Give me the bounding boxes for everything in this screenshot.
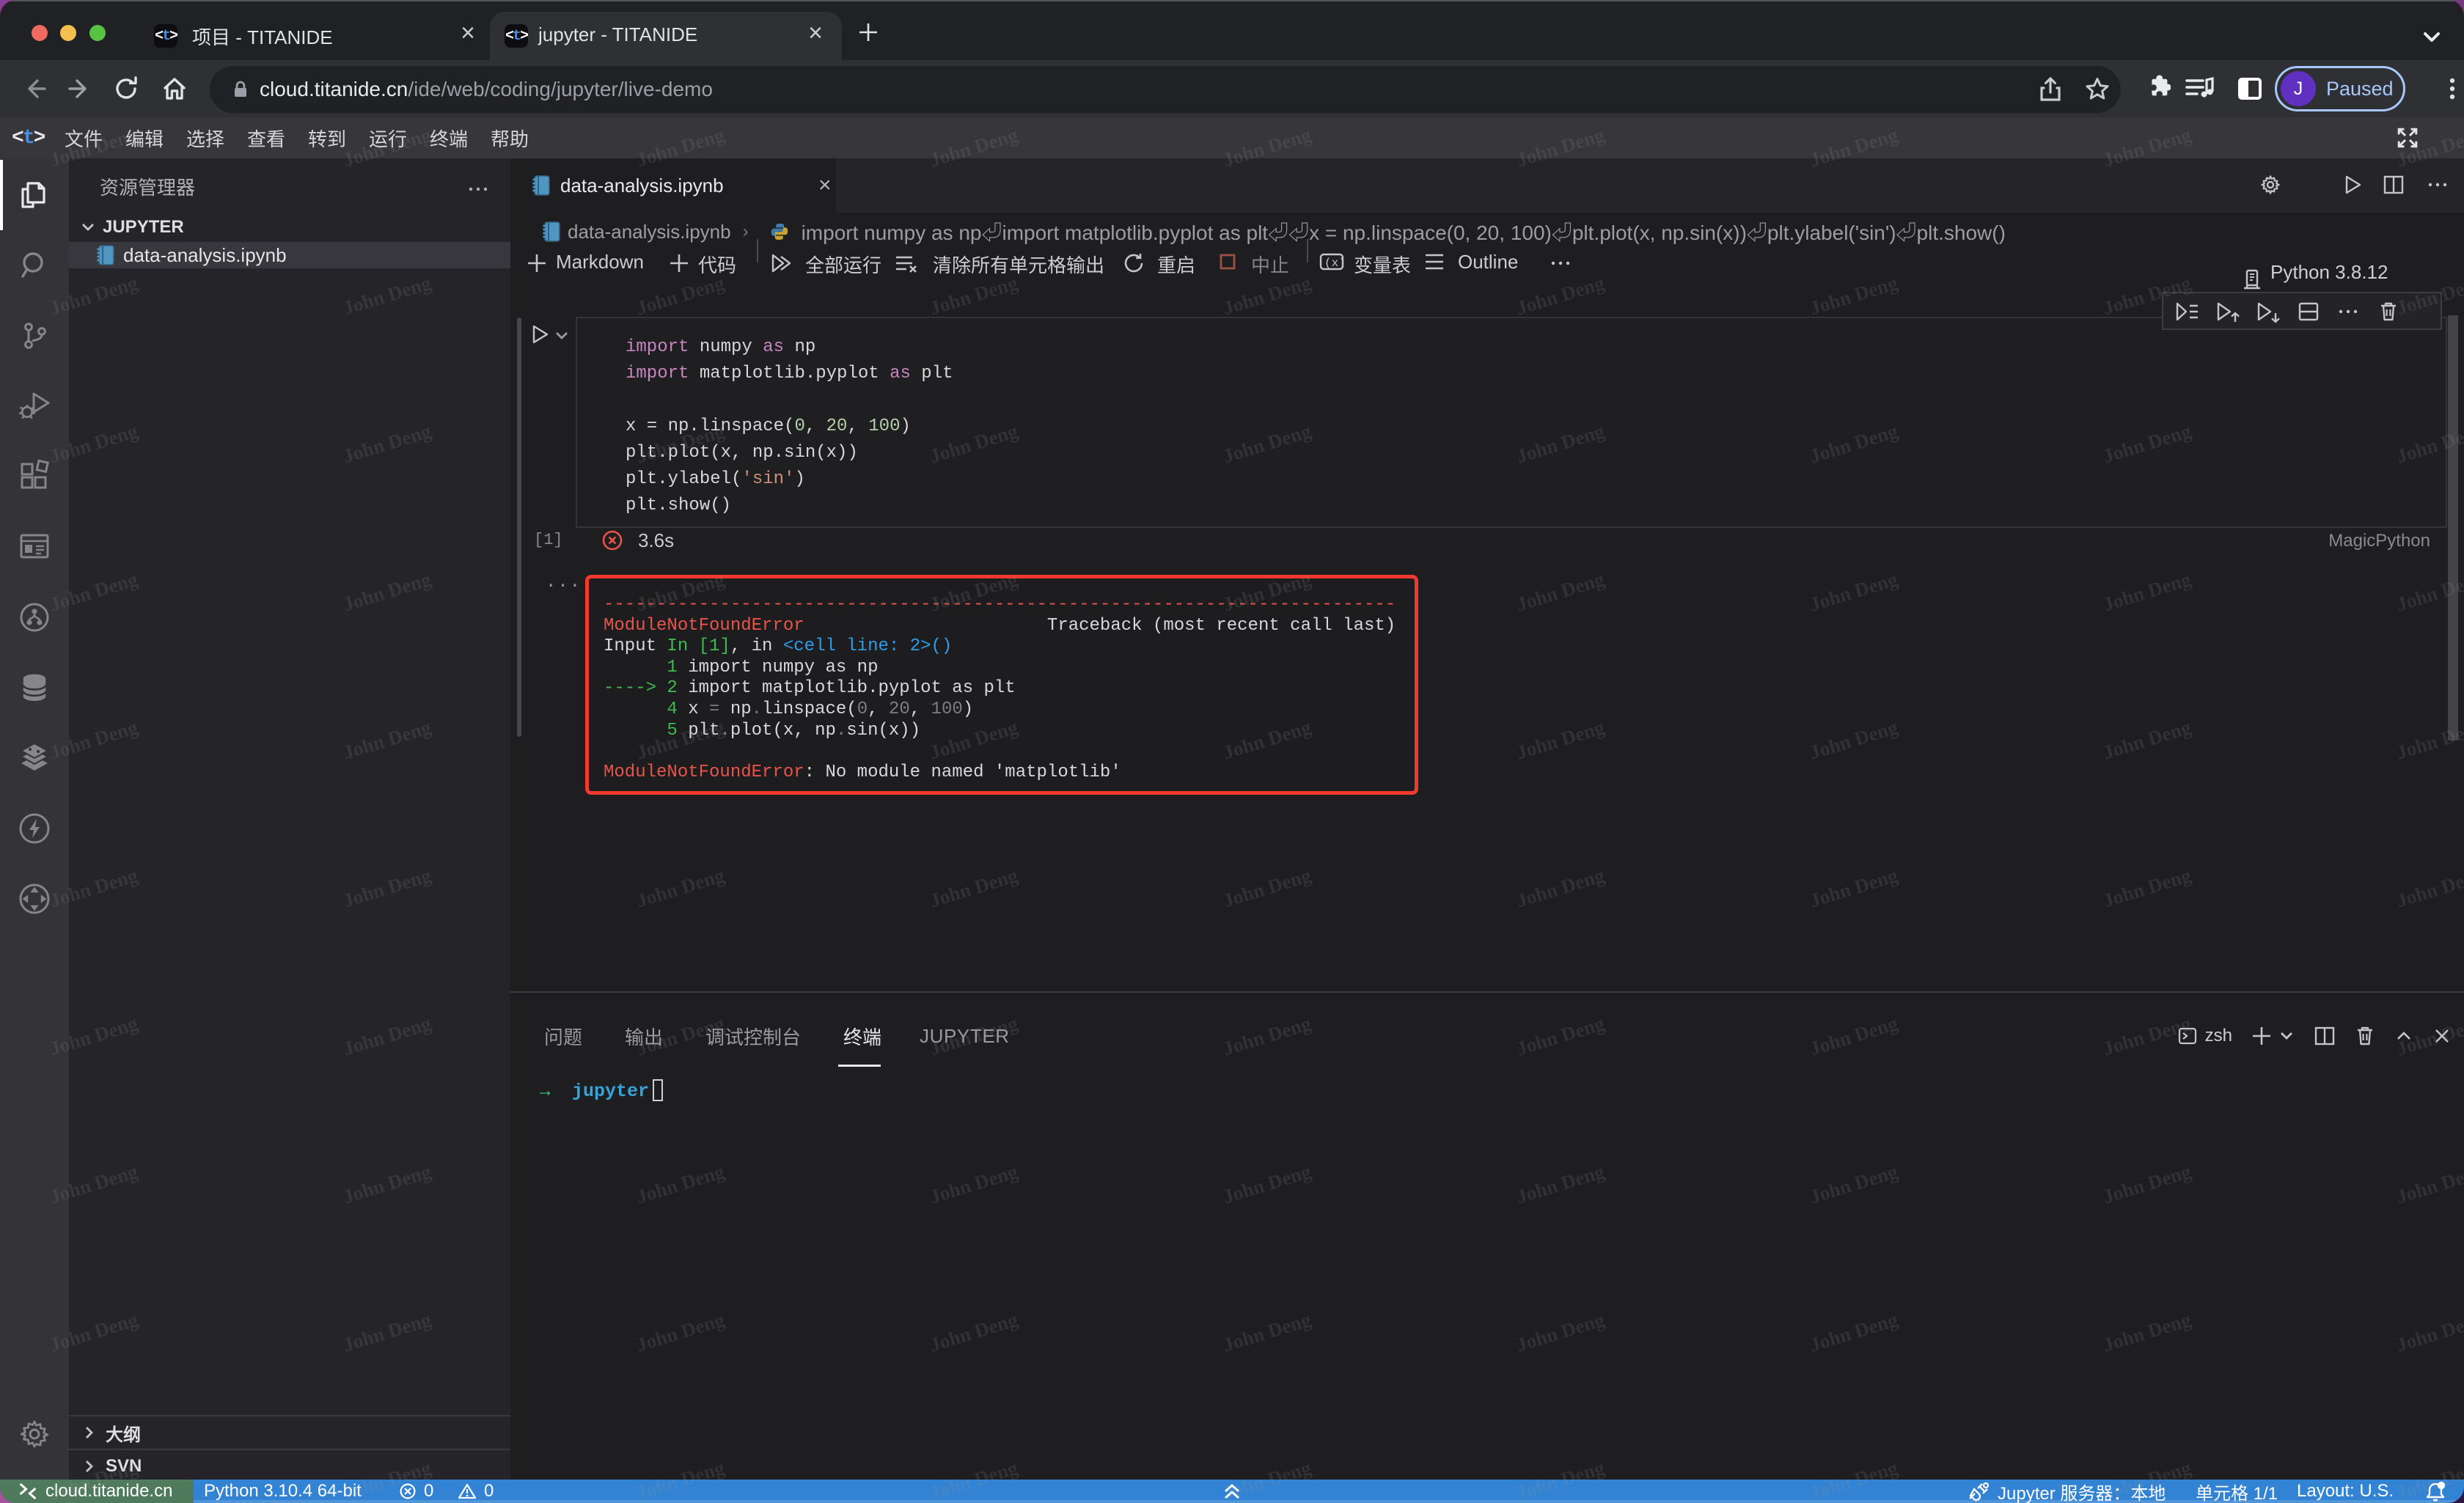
- svg-text:(x): (x): [1324, 257, 1345, 270]
